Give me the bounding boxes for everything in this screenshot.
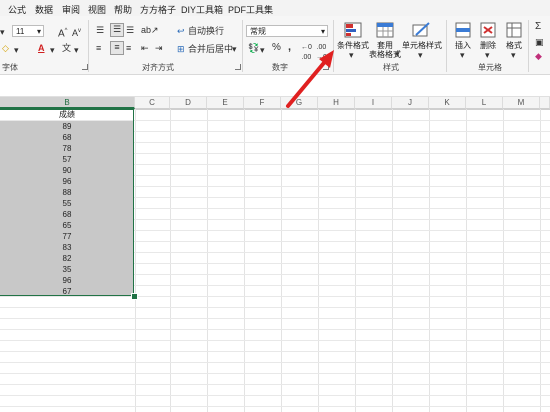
increase-indent-icon[interactable]: ⇥ [155, 43, 163, 53]
align-left-icon[interactable]: ≡ [96, 43, 101, 53]
autosum-icon[interactable]: Σ [535, 22, 541, 32]
grid-column-line [392, 109, 393, 412]
decrease-indent-icon[interactable]: ⇤ [141, 43, 149, 53]
grid-column-line [540, 109, 541, 412]
column-header-l[interactable]: L [466, 97, 503, 109]
styles-group-label: 样式 [383, 63, 399, 72]
grid-column-line [281, 109, 282, 412]
grid-column-line [429, 109, 430, 412]
column-header-d[interactable]: D [170, 97, 207, 109]
grid-column-line [244, 109, 245, 412]
grid-row-line [0, 362, 550, 363]
delete-cells-icon [480, 22, 496, 38]
menu-bar: 公式 数据 审阅 视图 帮助 方方格子 DIY工具箱 PDF工具集 [0, 0, 550, 17]
align-bottom-icon[interactable]: ☰ [126, 25, 134, 35]
column-header-c[interactable]: C [135, 97, 170, 109]
grid-row-line [0, 384, 550, 385]
alignment-group-label: 对齐方式 [142, 63, 174, 72]
menu-diy-toolbox[interactable]: DIY工具箱 [181, 3, 223, 16]
fill-color-icon[interactable]: ◇ [2, 43, 9, 53]
score-cell[interactable]: 67 [0, 286, 134, 298]
grid-column-line [466, 109, 467, 412]
chevron-down-icon: ▾ [320, 27, 325, 36]
align-middle-icon[interactable]: ☰ [110, 23, 124, 37]
wrap-text-button[interactable]: 自动换行 [188, 26, 224, 36]
grid-row-line [0, 406, 550, 407]
align-right-icon[interactable]: ≡ [126, 43, 131, 53]
merge-center-button[interactable]: 合并后居中 [188, 44, 233, 54]
font-group-label: 字体 [2, 63, 18, 72]
grid-row-line [0, 329, 550, 330]
chevron-down-icon: ▾ [36, 27, 41, 36]
grid-row-line [0, 340, 550, 341]
font-color-icon[interactable]: A [38, 43, 45, 53]
phonetic-icon[interactable]: 文 [62, 43, 71, 53]
column-header-j[interactable]: J [392, 97, 429, 109]
chevron-down-icon[interactable]: ▾ [460, 50, 465, 60]
column-header-n[interactable] [540, 97, 550, 109]
chevron-down-icon[interactable]: ▾ [260, 45, 265, 55]
menu-formulas[interactable]: 公式 [8, 3, 26, 16]
number-format-value: 常规 [250, 27, 266, 36]
column-header-e[interactable]: E [207, 97, 244, 109]
menu-pdf-tools[interactable]: PDF工具集 [228, 3, 273, 16]
group-separator [242, 20, 243, 72]
decrease-font-icon[interactable]: Av [72, 26, 81, 38]
align-center-icon[interactable]: ≡ [110, 41, 124, 55]
clear-icon[interactable]: ◆ [535, 51, 542, 61]
font-name-dropdown-edge[interactable]: ▾ [0, 27, 5, 37]
menu-help[interactable]: 帮助 [114, 3, 132, 16]
increase-font-icon[interactable]: A^ [58, 26, 68, 39]
header-cell-score[interactable]: 成绩 [0, 109, 134, 121]
chevron-down-icon[interactable]: ▾ [418, 50, 423, 60]
font-size-value: 11 [16, 27, 25, 36]
grid-column-line [207, 109, 208, 412]
group-separator [528, 20, 529, 72]
cells-group-label: 单元格 [478, 63, 502, 72]
chevron-down-icon[interactable]: ▾ [395, 49, 400, 59]
font-size-dropdown[interactable]: 11 ▾ [12, 25, 44, 37]
chevron-down-icon[interactable]: ▾ [485, 50, 490, 60]
chevron-down-icon[interactable]: ▾ [14, 45, 19, 55]
grid-column-line [170, 109, 171, 412]
grid-column-line [355, 109, 356, 412]
column-header-i[interactable]: I [355, 97, 392, 109]
menu-data[interactable]: 数据 [35, 3, 53, 16]
chevron-down-icon[interactable]: ▾ [511, 50, 516, 60]
cell-styles-icon [412, 22, 430, 37]
fill-icon[interactable]: ▣ [535, 37, 544, 47]
grid-column-line [318, 109, 319, 412]
format-cells-icon [506, 22, 522, 38]
chevron-down-icon[interactable]: ▾ [74, 45, 79, 55]
insert-cells-icon [455, 22, 471, 38]
chevron-down-icon[interactable]: ▾ [232, 44, 237, 54]
column-header-m[interactable]: M [503, 97, 540, 109]
menu-fangfang[interactable]: 方方格子 [140, 3, 176, 16]
menu-review[interactable]: 审阅 [62, 3, 80, 16]
alignment-dialog-launcher-icon[interactable] [235, 64, 241, 70]
grid-row-line [0, 373, 550, 374]
grid-column-line [503, 109, 504, 412]
accounting-format-icon[interactable]: 💱 [248, 43, 259, 53]
align-top-icon[interactable]: ☰ [96, 25, 104, 35]
column-header-k[interactable]: K [429, 97, 466, 109]
wrap-text-icon[interactable]: ↩ [177, 26, 185, 36]
group-separator [446, 20, 447, 72]
grid-row-line [0, 351, 550, 352]
conditional-format-icon [344, 22, 362, 38]
group-separator [88, 20, 89, 72]
chevron-down-icon[interactable]: ▾ [50, 45, 55, 55]
orientation-icon[interactable]: ab↗ [141, 25, 159, 35]
table-format-icon [376, 22, 394, 38]
merge-center-icon[interactable]: ⊞ [177, 44, 185, 54]
grid-row-line [0, 307, 550, 308]
red-arrow-annotation [286, 50, 334, 108]
column-header-b[interactable]: B [0, 97, 135, 109]
grid-row-line [0, 318, 550, 319]
grid-column-line [135, 109, 136, 412]
grid-row-line [0, 395, 550, 396]
number-format-dropdown[interactable]: 常规 ▾ [246, 25, 328, 37]
menu-view[interactable]: 视图 [88, 3, 106, 16]
